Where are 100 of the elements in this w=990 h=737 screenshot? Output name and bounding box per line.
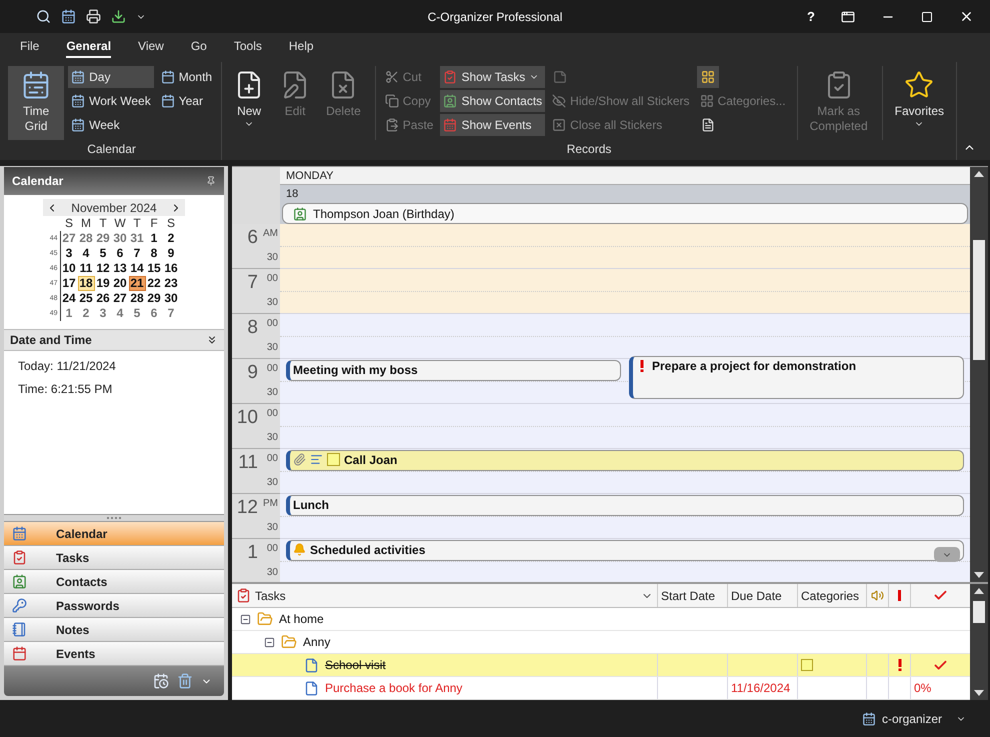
pin-icon[interactable]: [206, 176, 216, 186]
calendar-day[interactable]: 3: [94, 306, 112, 321]
calendar-day[interactable]: 29: [146, 291, 162, 306]
menu-tab[interactable]: View: [138, 37, 164, 58]
ribbon-button[interactable]: Day: [68, 66, 154, 88]
calendar-day[interactable]: 4: [112, 306, 128, 321]
calendar-day[interactable]: 20: [112, 276, 128, 291]
collapse-icon[interactable]: [240, 614, 251, 624]
calendar-day[interactable]: 30: [162, 291, 180, 306]
navigation-item[interactable]: Events: [4, 642, 224, 666]
ribbon-button[interactable]: Show Tasks: [440, 66, 546, 88]
calendar-day[interactable]: 23: [162, 276, 180, 291]
calendar-day[interactable]: 9: [162, 246, 180, 261]
task-row[interactable]: Purchase a book for Anny 11/16/2024 0%: [232, 677, 970, 700]
calendar-clock-icon[interactable]: [153, 673, 169, 689]
close-icon[interactable]: [959, 9, 974, 24]
scrollbar[interactable]: [970, 584, 988, 700]
calendar-day[interactable]: 25: [78, 291, 94, 306]
time-slot[interactable]: Call Joan: [280, 449, 970, 494]
calendar-event[interactable]: Scheduled activities: [286, 540, 964, 561]
menu-tab[interactable]: Tools: [234, 37, 262, 58]
calendar-day[interactable]: 7: [162, 306, 180, 321]
calendar-day[interactable]: 22: [146, 276, 162, 291]
navigation-item[interactable]: Passwords: [4, 594, 224, 618]
ribbon-button[interactable]: Month: [158, 66, 216, 88]
calendar-day[interactable]: 2: [162, 231, 180, 246]
navigation-item[interactable]: Notes: [4, 618, 224, 642]
search-icon[interactable]: [36, 9, 51, 24]
calendar-day[interactable]: 3: [60, 246, 78, 261]
calendar-event[interactable]: Call Joan: [286, 450, 964, 471]
ribbon-button[interactable]: Work Week: [68, 90, 154, 112]
download-icon[interactable]: [111, 9, 126, 24]
help-button[interactable]: ?: [807, 6, 815, 26]
calendar-day[interactable]: 5: [94, 246, 112, 261]
calendar-day[interactable]: 2: [78, 306, 94, 321]
scrollbar[interactable]: [970, 167, 988, 582]
group-label[interactable]: Anny: [303, 633, 330, 651]
calendar-event[interactable]: Meeting with my boss: [286, 360, 621, 381]
column-header[interactable]: Start Date: [657, 584, 727, 607]
ribbon-button[interactable]: Show Events: [440, 114, 546, 136]
window-icon[interactable]: [841, 10, 855, 24]
ribbon-button[interactable]: Week: [68, 114, 154, 136]
calendar-day[interactable]: 5: [128, 306, 146, 321]
navigation-item[interactable]: Calendar: [4, 522, 224, 546]
menu-tab[interactable]: Go: [190, 37, 207, 58]
calendar-day[interactable]: 19: [94, 276, 112, 291]
calendar-event[interactable]: Lunch: [286, 495, 964, 516]
printer-icon[interactable]: [86, 9, 101, 24]
ribbon-icon-button[interactable]: [696, 66, 719, 88]
calendar-day[interactable]: 18: [78, 276, 94, 291]
ribbon-button[interactable]: Time Grid: [8, 66, 64, 140]
calendar-day[interactable]: 13: [112, 261, 128, 276]
navigation-item[interactable]: Tasks: [4, 546, 224, 570]
calendar-day[interactable]: 28: [128, 291, 146, 306]
group-label[interactable]: At home: [279, 610, 324, 628]
trash-icon[interactable]: [177, 673, 193, 689]
expand-button[interactable]: [934, 547, 960, 562]
task-row[interactable]: School visit: [232, 654, 970, 677]
column-header[interactable]: Categories: [797, 584, 866, 607]
column-header[interactable]: Due Date: [727, 584, 797, 607]
calendar-day[interactable]: 21: [128, 276, 146, 291]
calendar-day[interactable]: 11: [78, 261, 94, 276]
time-slot[interactable]: Scheduled activities: [280, 539, 970, 582]
calendar-day[interactable]: 6: [112, 246, 128, 261]
menu-tab[interactable]: General: [66, 37, 112, 58]
calendar-day[interactable]: 15: [146, 261, 162, 276]
time-slot[interactable]: Lunch: [280, 494, 970, 539]
time-slot[interactable]: Meeting with my boss Prepare a project for demonstration: [280, 359, 970, 404]
column-header[interactable]: Tasks: [255, 586, 286, 604]
calendar-day[interactable]: 1: [60, 306, 78, 321]
calendar-icon[interactable]: [61, 9, 76, 24]
collapse-icon[interactable]: [264, 636, 275, 648]
navigation-item[interactable]: Contacts: [4, 570, 224, 594]
calendar-day[interactable]: 14: [128, 261, 146, 276]
maximize-icon[interactable]: [921, 10, 933, 22]
calendar-day[interactable]: 8: [146, 246, 162, 261]
calendar-day[interactable]: 1: [146, 231, 162, 246]
menu-tab[interactable]: File: [20, 37, 40, 58]
calendar-day[interactable]: 12: [94, 261, 112, 276]
ribbon-button[interactable]: New: [228, 66, 270, 140]
calendar-day[interactable]: 31: [128, 231, 146, 246]
calendar-day[interactable]: 26: [94, 291, 112, 306]
ribbon-button[interactable]: Year: [158, 90, 216, 112]
ribbon-button[interactable]: Show Contacts: [440, 90, 546, 112]
calendar-day[interactable]: 4: [78, 246, 94, 261]
calendar-day[interactable]: 24: [60, 291, 78, 306]
calendar-day[interactable]: 10: [60, 261, 78, 276]
calendar-day[interactable]: 30: [112, 231, 128, 246]
calendar-day[interactable]: 28: [78, 231, 94, 246]
status-label[interactable]: c-organizer: [882, 710, 942, 728]
calendar-day[interactable]: 16: [162, 261, 180, 276]
ribbon-button[interactable]: Favorites: [888, 66, 950, 140]
calendar-day[interactable]: 6: [146, 306, 162, 321]
calendar-day[interactable]: 17: [60, 276, 78, 291]
calendar-event[interactable]: Prepare a project for demonstration: [629, 356, 964, 399]
menu-tab[interactable]: Help: [288, 37, 314, 58]
calendar-day[interactable]: 7: [128, 246, 146, 261]
calendar-day[interactable]: 27: [60, 231, 78, 246]
calendar-day[interactable]: 27: [112, 291, 128, 306]
all-day-event[interactable]: Thompson Joan (Birthday): [282, 203, 968, 224]
